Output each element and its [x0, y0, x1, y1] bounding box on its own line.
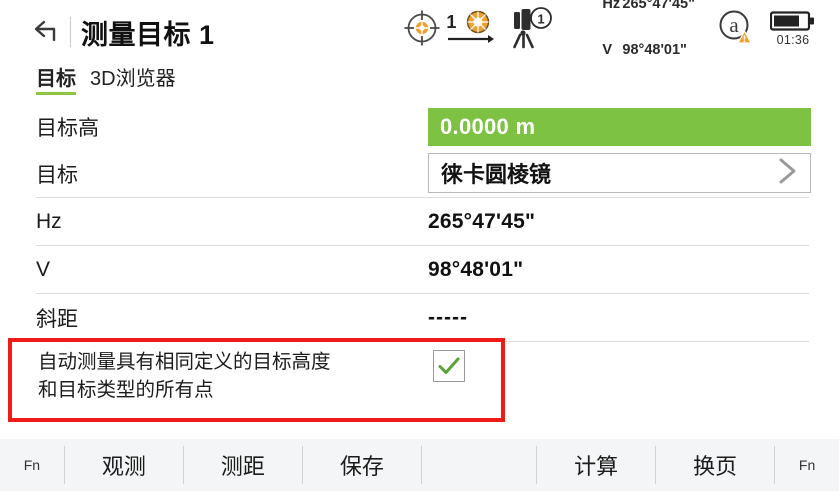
v-readout: 98°48'01" — [428, 246, 523, 294]
target-type-dropdown[interactable]: 徕卡圆棱镜 — [428, 153, 811, 193]
form-row-target: 目标 徕卡圆棱镜 — [0, 150, 839, 198]
save-button-label: 保存 — [339, 454, 384, 479]
auto-measure-highlight: 自动测量具有相同定义的目标高度 和目标类型的所有点 — [8, 338, 505, 422]
v-value: 98°48'01" — [622, 42, 687, 59]
toolbar-empty-slot — [422, 439, 536, 491]
page-switch-button[interactable]: 换页 — [656, 439, 774, 491]
checkmark-icon — [438, 357, 460, 374]
observe-button-label: 观测 — [101, 454, 146, 479]
label-slope-distance: 斜距 — [36, 308, 78, 331]
battery-time: 01:36 — [776, 32, 810, 47]
form-row-slope-distance: 斜距 ----- — [0, 294, 839, 342]
bottom-toolbar: Fn 观测 测距 保存 计算 换页 Fn — [0, 439, 839, 491]
hz-value: 265°47'45" — [622, 0, 695, 13]
calculate-button-label: 计算 — [574, 454, 619, 479]
label-v: V — [36, 258, 51, 281]
battery-icon — [765, 10, 821, 32]
total-station-icon[interactable]: 1 — [508, 6, 560, 50]
slope-distance-readout: ----- — [428, 294, 468, 342]
angle-readout: Hz 265°47'45" V 98°48'01" — [566, 0, 695, 74]
tab-target-label: 目标 — [36, 68, 76, 90]
form-row-hz: Hz 265°47'45" — [0, 198, 839, 246]
crosshair-target-icon[interactable] — [400, 6, 444, 50]
chevron-right-icon — [772, 154, 802, 193]
distance-button[interactable]: 测距 — [184, 439, 302, 491]
target-type-value: 徕卡圆棱镜 — [441, 162, 552, 187]
tab-bar: 目标 3D浏览器 — [36, 62, 176, 95]
auto-measure-label: 自动测量具有相同定义的目标高度 和目标类型的所有点 — [38, 348, 388, 405]
label-target: 目标 — [36, 164, 78, 187]
battery-indicator[interactable]: 01:36 — [765, 10, 821, 47]
form-row-target-height: 目标高 0.0000 m — [0, 104, 839, 150]
auto-measure-label-line2: 和目标类型的所有点 — [38, 379, 214, 402]
hz-readout: 265°47'45" — [428, 198, 535, 246]
page-title: 测量目标 1 — [81, 19, 215, 50]
header-divider — [70, 17, 71, 47]
v-readout-value: 98°48'01" — [428, 258, 524, 281]
svg-text:a: a — [729, 13, 739, 37]
target-height-input[interactable]: 0.0000 m — [428, 108, 811, 146]
calculate-button[interactable]: 计算 — [537, 439, 655, 491]
target-count-value: 1 — [446, 12, 457, 32]
page-switch-button-label: 换页 — [693, 454, 738, 479]
device-screen: 测量目标 1 1 1 Hz 265°47'45" V 98°48'01" a 0… — [0, 0, 839, 503]
distance-button-label: 测距 — [220, 454, 265, 479]
back-arrow-icon[interactable] — [26, 11, 68, 53]
label-hz: Hz — [36, 210, 62, 233]
fn-right-button[interactable]: Fn — [775, 439, 839, 491]
label-target-height: 目标高 — [36, 117, 99, 140]
hz-label: Hz — [602, 0, 621, 13]
observe-button[interactable]: 观测 — [65, 439, 183, 491]
status-bar: 1 1 Hz 265°47'45" V 98°48'01" a 01:36 — [400, 0, 831, 58]
atr-warning-icon[interactable]: a — [713, 6, 759, 50]
tab-target[interactable]: 目标 — [36, 62, 76, 95]
save-button[interactable]: 保存 — [303, 439, 421, 491]
target-count-indicator[interactable]: 1 — [444, 6, 506, 50]
auto-measure-label-line1: 自动测量具有相同定义的目标高度 — [38, 351, 331, 373]
slope-distance-value: ----- — [428, 306, 468, 329]
form-row-v: V 98°48'01" — [0, 246, 839, 294]
v-label: V — [602, 42, 613, 59]
fn-right-label: Fn — [798, 457, 816, 473]
instrument-badge-number: 1 — [538, 12, 545, 27]
auto-measure-row[interactable]: 自动测量具有相同定义的目标高度 和目标类型的所有点 — [12, 342, 501, 418]
tab-3d-viewer[interactable]: 3D浏览器 — [90, 62, 176, 95]
hz-readout-value: 265°47'45" — [428, 210, 536, 233]
auto-measure-checkbox[interactable] — [433, 350, 465, 382]
fn-left-button[interactable]: Fn — [0, 439, 64, 491]
target-height-value: 0.0000 m — [440, 114, 536, 139]
measure-form: 目标高 0.0000 m 目标 徕卡圆棱镜 Hz 265°47'45" V 98… — [0, 104, 839, 342]
fn-left-label: Fn — [23, 457, 41, 473]
tab-3d-viewer-label: 3D浏览器 — [90, 68, 176, 90]
